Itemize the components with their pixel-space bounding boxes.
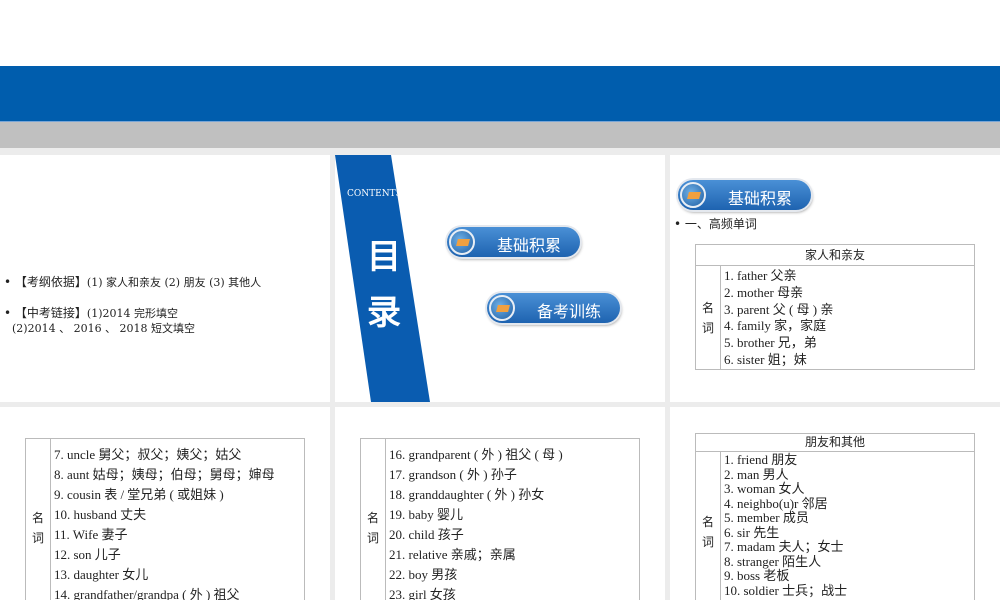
word-item: 1. father 父亲 <box>724 268 797 283</box>
title-char: 目 <box>367 237 401 277</box>
bullet-exam-link: • 【中考链接】(1)2014 完形填空 (2)2014 、 2016 、 201… <box>4 306 196 335</box>
vocab-table: 名词 7. uncle 舅父；叔父；姨父；姑父 8. aunt 姑母；姨母；伯母… <box>25 438 305 600</box>
word-item: 4. family 家，家庭 <box>724 318 827 334</box>
title-char: 录 <box>367 293 401 333</box>
button-label: 基础积累 <box>728 189 793 208</box>
word-item: 21. relative 亲戚；亲属 <box>389 547 516 562</box>
word-item: 14. grandfather/grandpa ( 外 ) 祖父 <box>54 587 240 600</box>
bullet-syllabus: • 【考纲依据】(1) 家人和亲友 (2) 朋友 (3) 其他人 <box>4 275 262 289</box>
word-item: 12. son 儿子 <box>54 547 121 562</box>
word-item: 23. girl 女孩 <box>389 587 456 600</box>
word-item: 8. aunt 姑母；姨母；伯母；舅母；婶母 <box>54 467 275 482</box>
word-item: 16. grandparent ( 外 ) 祖父 ( 母 ) <box>389 447 563 462</box>
button-label: 备考训练 <box>537 302 602 321</box>
slide-thumbnail-6[interactable]: 朋友和其他 名词 1. friend 朋友 2. man 男人 3. woman… <box>670 407 1000 600</box>
word-item: 17. grandson ( 外 ) 孙子 <box>389 467 517 482</box>
word-item: 3. parent 父 ( 母 ) 亲 <box>724 301 834 317</box>
bullet-text: (1)2014 完形填空 <box>86 307 178 320</box>
slide-thumbnail-4[interactable]: 名词 7. uncle 舅父；叔父；姨父；姑父 8. aunt 姑母；姨母；伯母… <box>0 407 330 600</box>
bullet-text: (2)2014 、 2016 、 2018 短文填空 <box>12 322 196 335</box>
category-label: 名词 <box>361 439 386 600</box>
word-item: 13. daughter 女儿 <box>54 567 149 582</box>
slide-thumbnail-3[interactable]: 基础积累 • 一、高频单词 家人和亲友 名词 1. father 父亲 2. m… <box>670 155 1000 402</box>
contents-ribbon: CONTENTS 目 录 <box>335 155 430 402</box>
word-item: 1. friend 朋友 <box>724 452 798 467</box>
word-list: 7. uncle 舅父；叔父；姨父；姑父 8. aunt 姑母；姨母；伯母；舅母… <box>54 445 275 600</box>
bullet-text: (1) 家人和亲友 (2) 朋友 (3) 其他人 <box>86 276 262 289</box>
word-item: 8. stranger 陌生人 <box>724 553 822 569</box>
bullet-label: 【中考链接】 <box>14 306 87 320</box>
table-title: 家人和亲友 <box>696 245 974 266</box>
section-heading: • 一、高频单词 <box>674 217 757 231</box>
table-title: 朋友和其他 <box>696 434 974 452</box>
word-item: 22. boy 男孩 <box>389 567 458 582</box>
slide-thumbnail-2[interactable]: CONTENTS 目 录 基础积累 备考训练 <box>335 155 665 402</box>
bullet-label: 【考纲依据】 <box>14 275 87 289</box>
word-item: 5. brother 兄，弟 <box>724 335 817 351</box>
slide-thumbnail-5[interactable]: 名词 16. grandparent ( 外 ) 祖父 ( 母 ) 17. gr… <box>335 407 665 600</box>
word-item: 2. mother 母亲 <box>724 284 804 300</box>
word-list: 1. friend 朋友 2. man 男人 3. woman 女人 4. ne… <box>724 452 848 598</box>
exam-training-button[interactable]: 备考训练 <box>487 293 620 323</box>
word-item: 7. madam 夫人；女士 <box>724 539 844 554</box>
gray-banner <box>0 121 1000 148</box>
basic-accumulation-button[interactable]: 基础积累 <box>678 180 811 210</box>
word-item: 20. child 孩子 <box>389 527 464 542</box>
category-label: 名词 <box>696 266 721 369</box>
word-item: 10. soldier 士兵；战士 <box>724 582 848 598</box>
word-item: 7. uncle 舅父；叔父；姨父；姑父 <box>54 447 242 462</box>
word-item: 18. granddaughter ( 外 ) 孙女 <box>389 487 545 502</box>
books-icon <box>489 295 515 321</box>
vocab-table: 朋友和其他 名词 1. friend 朋友 2. man 男人 3. woman… <box>695 433 975 600</box>
word-item: 2. man 男人 <box>724 466 789 482</box>
word-item: 3. woman 女人 <box>724 481 805 496</box>
category-label: 名词 <box>696 452 721 600</box>
word-item: 5. member 成员 <box>724 510 809 525</box>
basic-accumulation-button[interactable]: 基础积累 <box>447 227 580 257</box>
vocab-table: 名词 16. grandparent ( 外 ) 祖父 ( 母 ) 17. gr… <box>360 438 640 600</box>
category-label: 名词 <box>26 439 51 600</box>
top-bar <box>0 0 1000 66</box>
books-icon <box>680 182 706 208</box>
word-item: 9. cousin 表 / 堂兄弟 ( 或姐妹 ) <box>54 487 224 502</box>
blue-banner <box>0 66 1000 121</box>
word-item: 6. sir 先生 <box>724 524 780 540</box>
word-item: 10. husband 丈夫 <box>54 507 147 522</box>
word-item: 11. Wife 妻子 <box>54 527 128 542</box>
word-item: 19. baby 婴儿 <box>389 507 464 522</box>
slide-thumbnail-1[interactable]: • 【考纲依据】(1) 家人和亲友 (2) 朋友 (3) 其他人 • 【中考链接… <box>0 155 330 402</box>
word-list: 1. father 父亲 2. mother 母亲 3. parent 父 ( … <box>724 268 833 369</box>
word-list: 16. grandparent ( 外 ) 祖父 ( 母 ) 17. grand… <box>389 445 563 600</box>
button-label: 基础积累 <box>497 236 562 255</box>
contents-label: CONTENTS <box>347 189 402 199</box>
word-item: 4. neighbo(u)r 邻居 <box>724 495 828 511</box>
vocab-table: 家人和亲友 名词 1. father 父亲 2. mother 母亲 3. pa… <box>695 244 975 370</box>
word-item: 9. boss 老板 <box>724 568 790 583</box>
word-item: 6. sister 姐；妹 <box>724 351 807 367</box>
books-icon <box>449 229 475 255</box>
